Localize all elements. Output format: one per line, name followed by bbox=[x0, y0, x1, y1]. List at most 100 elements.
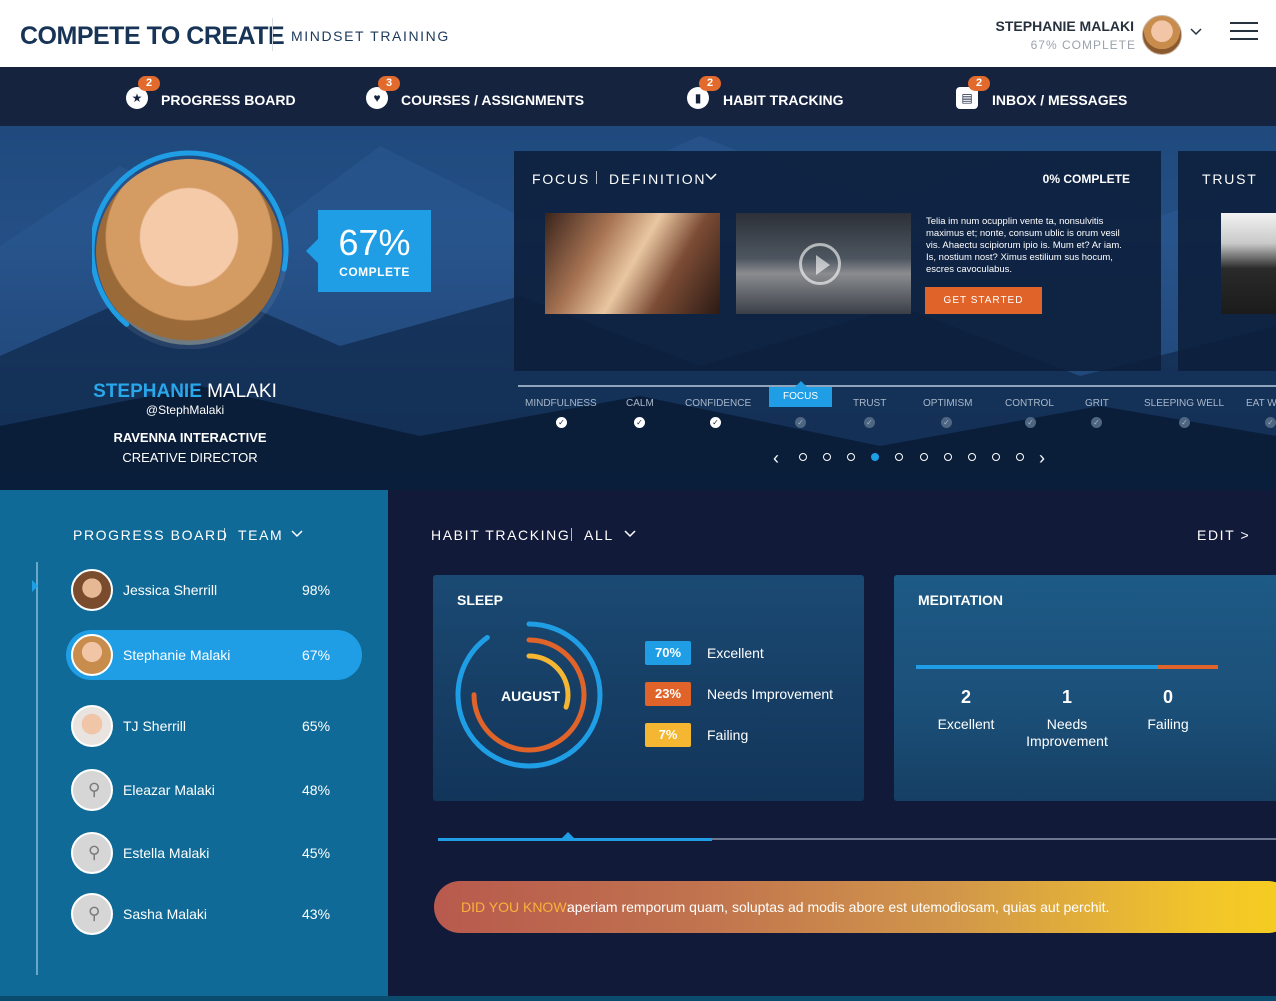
topic-label[interactable]: CONTROL bbox=[1005, 398, 1054, 409]
member-row-selected[interactable]: Stephanie Malaki 67% bbox=[66, 630, 362, 680]
member-row[interactable]: TJ Sherrill 65% bbox=[66, 701, 362, 751]
pager-dot[interactable] bbox=[944, 453, 952, 461]
topic-check-icon: ✓ bbox=[795, 417, 806, 428]
active-topic-tab[interactable]: FOCUS bbox=[769, 381, 832, 407]
meditation-title: MEDITATION bbox=[918, 592, 1004, 608]
chevron-down-icon[interactable] bbox=[704, 172, 718, 182]
member-name: Estella Malaki bbox=[123, 845, 210, 861]
edit-link[interactable]: EDIT > bbox=[1197, 527, 1250, 543]
focus-card-title: FOCUS bbox=[532, 171, 590, 187]
topic-label[interactable]: SLEEPING WELL bbox=[1144, 398, 1224, 409]
stat-failing: 0 Failing bbox=[1118, 687, 1218, 733]
topic-label[interactable]: OPTIMISM bbox=[923, 398, 972, 409]
pager-dot[interactable] bbox=[823, 453, 831, 461]
divider bbox=[571, 528, 572, 541]
profile-percent-label: COMPLETE bbox=[339, 265, 410, 279]
did-you-know-banner: DID YOU KNOW: aperiam remporum quam, sol… bbox=[434, 881, 1276, 933]
member-percent: 48% bbox=[302, 782, 331, 798]
meditation-bar bbox=[916, 665, 1218, 669]
pager-dot[interactable] bbox=[799, 453, 807, 461]
sleep-title: SLEEP bbox=[457, 592, 503, 608]
legend-value: 23% bbox=[645, 682, 691, 706]
meditation-card[interactable]: MEDITATION 2 Excellent 1 Needs Improveme… bbox=[894, 575, 1276, 801]
chevron-down-icon[interactable] bbox=[623, 529, 637, 539]
chevron-down-icon[interactable] bbox=[1189, 27, 1203, 37]
user-name: STEPHANIE MALAKI bbox=[995, 18, 1134, 34]
trust-card[interactable]: TRUST bbox=[1178, 151, 1276, 371]
pager-next-icon[interactable]: › bbox=[1039, 448, 1045, 469]
topic-label[interactable]: MINDFULNESS bbox=[525, 398, 597, 409]
video-thumbnail[interactable] bbox=[736, 213, 911, 314]
topic-label[interactable]: CONFIDENCE bbox=[685, 398, 751, 409]
topic-label[interactable]: CALM bbox=[626, 398, 654, 409]
stat-value: 0 bbox=[1162, 687, 1173, 707]
member-row[interactable]: ⚲ Sasha Malaki 43% bbox=[66, 889, 362, 939]
member-name: Sasha Malaki bbox=[123, 906, 208, 922]
stat-value: 1 bbox=[1061, 687, 1072, 707]
pager-dot[interactable] bbox=[1016, 453, 1024, 461]
stat-value: 2 bbox=[960, 687, 971, 707]
nav-badge: 2 bbox=[138, 76, 160, 91]
avatar bbox=[71, 569, 113, 611]
topic-check-icon: ✓ bbox=[556, 417, 567, 428]
scroll-indicator[interactable] bbox=[32, 580, 38, 592]
pager-dot-active[interactable] bbox=[871, 453, 879, 461]
member-percent: 98% bbox=[302, 582, 331, 598]
nav-label: INBOX / MESSAGES bbox=[992, 92, 1128, 108]
pager-dot[interactable] bbox=[895, 453, 903, 461]
pager-dot[interactable] bbox=[992, 453, 1000, 461]
legend-label: Needs Improvement bbox=[707, 686, 834, 702]
sleep-card[interactable]: SLEEP AUGUST 70% Excellent 23% Needs Imp… bbox=[433, 575, 864, 801]
bottom-strip bbox=[0, 996, 1276, 1001]
member-row[interactable]: ⚲ Eleazar Malaki 48% bbox=[66, 765, 362, 815]
video-thumbnail[interactable] bbox=[545, 213, 720, 314]
stat-excellent: 2 Excellent bbox=[916, 687, 1016, 733]
get-started-button[interactable]: GET STARTED bbox=[925, 287, 1042, 314]
member-row[interactable]: Jessica Sherrill 98% bbox=[66, 565, 362, 615]
team-dropdown[interactable]: TEAM bbox=[238, 527, 283, 543]
topic-label[interactable]: EAT W bbox=[1246, 398, 1276, 409]
profile-company: RAVENNA INTERACTIVE bbox=[113, 430, 267, 445]
member-row[interactable]: ⚲ Estella Malaki 45% bbox=[66, 828, 362, 878]
carousel-scrollbar[interactable] bbox=[438, 838, 1276, 841]
profile-role: CREATIVE DIRECTOR bbox=[122, 450, 258, 465]
app-subtitle: MINDSET TRAINING bbox=[291, 28, 450, 44]
video-thumbnail[interactable] bbox=[1221, 213, 1276, 314]
definition-dropdown[interactable]: DEFINITION bbox=[609, 171, 706, 187]
header-divider bbox=[272, 18, 273, 51]
avatar-placeholder: ⚲ bbox=[71, 832, 113, 874]
user-avatar[interactable] bbox=[1142, 15, 1182, 55]
hero-section: 67% COMPLETE STEPHANIE MALAKI @StephMala… bbox=[0, 126, 1276, 490]
profile-last-name: MALAKI bbox=[207, 381, 277, 402]
member-name: Stephanie Malaki bbox=[123, 647, 231, 663]
profile-handle: @StephMalaki bbox=[145, 403, 225, 417]
did-you-know-label: DID YOU KNOW: bbox=[461, 899, 571, 915]
topic-check-icon: ✓ bbox=[634, 417, 645, 428]
nav-badge: 2 bbox=[699, 76, 721, 91]
member-percent: 65% bbox=[302, 718, 331, 734]
stat-label: Excellent bbox=[937, 716, 995, 732]
pager-dot[interactable] bbox=[968, 453, 976, 461]
user-icon: ⚲ bbox=[88, 904, 101, 923]
divider bbox=[224, 528, 225, 541]
topic-label[interactable]: TRUST bbox=[853, 398, 886, 409]
hamburger-menu-icon[interactable] bbox=[1230, 22, 1258, 42]
sleep-center-label: AUGUST bbox=[501, 688, 561, 704]
logo[interactable]: COMPETE TO CREATE bbox=[20, 22, 285, 51]
chevron-down-icon[interactable] bbox=[290, 529, 304, 539]
pager-prev-icon[interactable]: ‹ bbox=[773, 448, 779, 469]
focus-description: Telia im num ocupplin vente ta, nonsulvi… bbox=[926, 216, 1122, 275]
pager-dot[interactable] bbox=[847, 453, 855, 461]
member-name: TJ Sherrill bbox=[123, 718, 187, 734]
avatar-placeholder: ⚲ bbox=[71, 769, 113, 811]
progress-board-title: PROGRESS BOARD bbox=[73, 527, 229, 543]
play-icon[interactable] bbox=[799, 243, 841, 285]
scroll-track[interactable] bbox=[36, 562, 38, 975]
topic-check-icon: ✓ bbox=[941, 417, 952, 428]
topic-label[interactable]: GRIT bbox=[1085, 398, 1109, 409]
pager-dot[interactable] bbox=[920, 453, 928, 461]
topic-check-icon: ✓ bbox=[1265, 417, 1276, 428]
habit-filter-dropdown[interactable]: ALL bbox=[584, 527, 614, 543]
scroll-caret bbox=[562, 832, 574, 838]
did-you-know-text: aperiam remporum quam, soluptas ad modis… bbox=[567, 899, 1110, 915]
